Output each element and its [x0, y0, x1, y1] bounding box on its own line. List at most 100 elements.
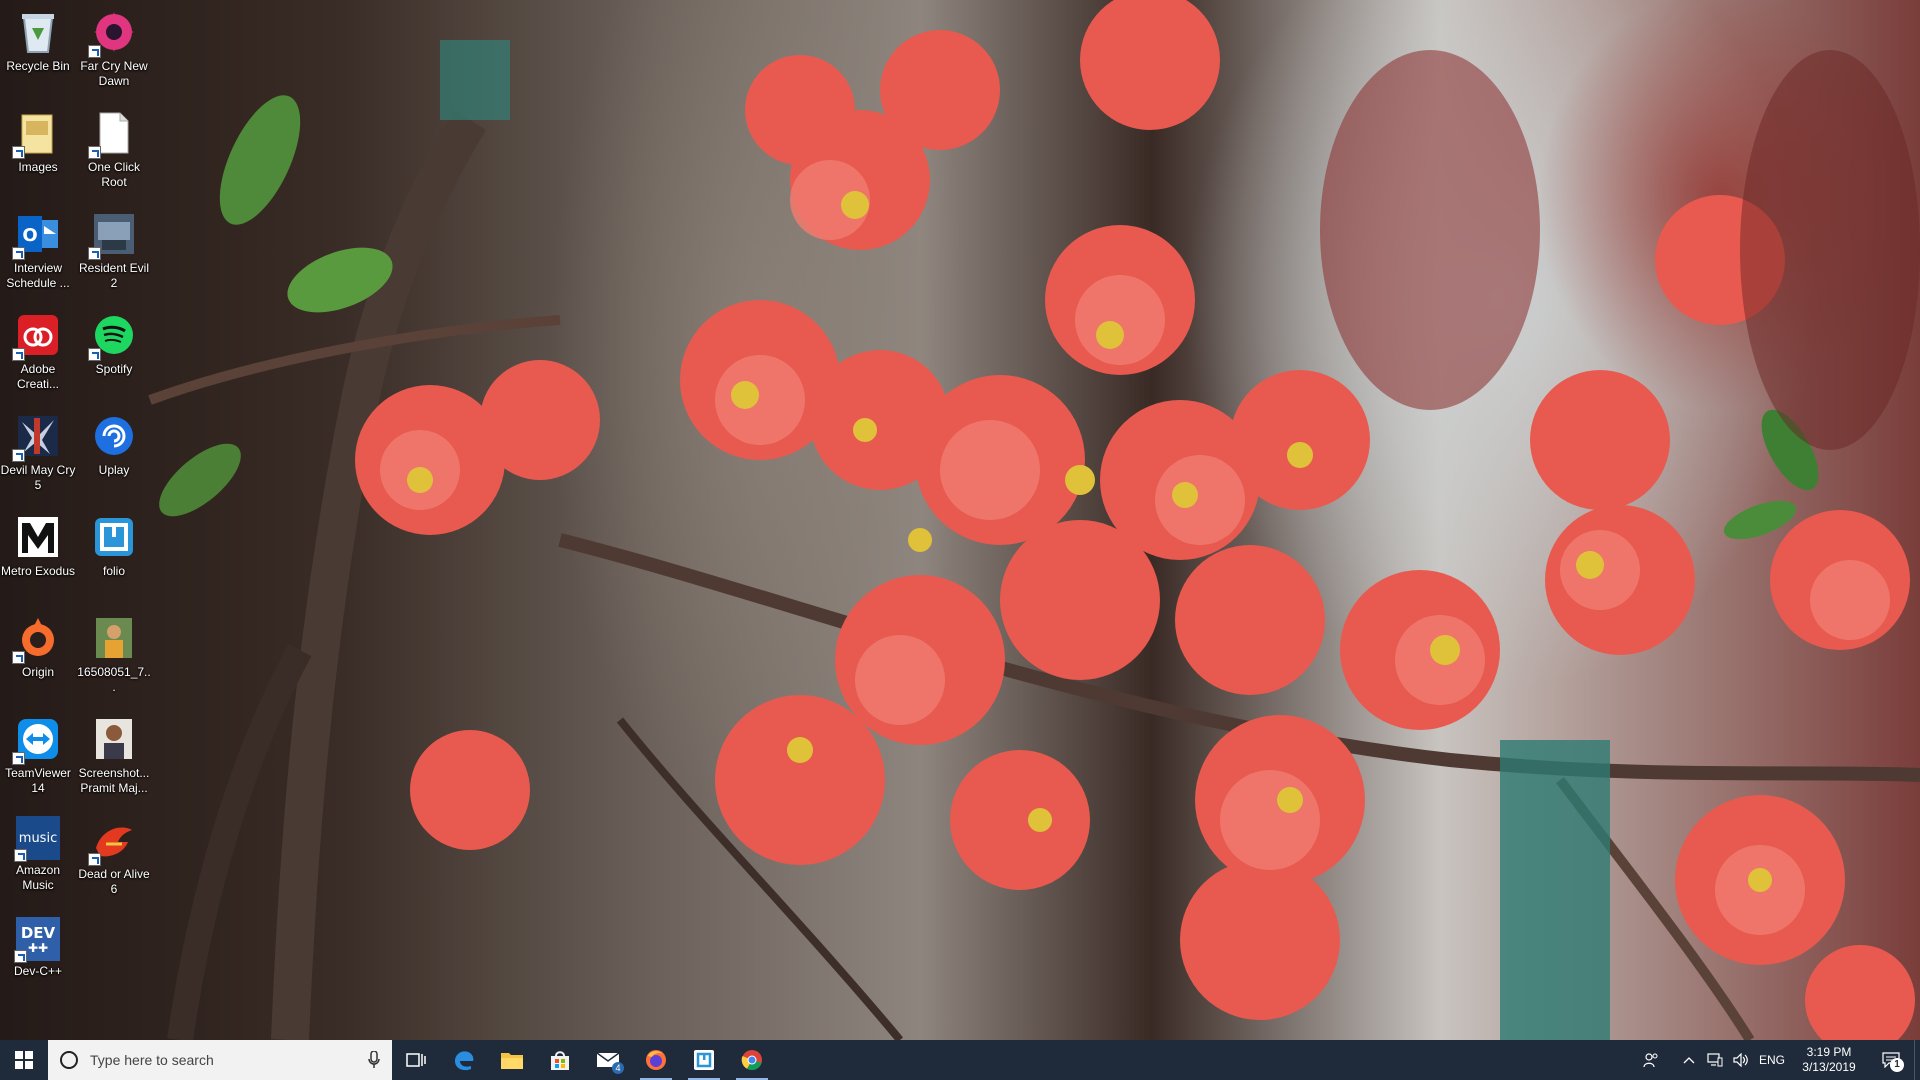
dev-cpp-icon-text: DEV [20, 924, 56, 942]
shortcut-arrow-icon [88, 853, 101, 866]
desktop-icon-origin[interactable]: Origin [0, 608, 76, 704]
desktop-icon-label: Images [18, 160, 58, 174]
shortcut-arrow-icon [12, 247, 25, 260]
folder-icon [12, 109, 62, 159]
taskbar-search-box[interactable]: Type here to search [48, 1040, 392, 1080]
far-cry-icon [88, 8, 138, 58]
desktop-icon-label: folio [102, 564, 125, 578]
desktop-icon-label: Dead or Alive 6 [78, 867, 150, 896]
uplay-icon [90, 412, 138, 460]
shortcut-arrow-icon [88, 45, 101, 58]
tray-volume-button[interactable] [1728, 1040, 1754, 1080]
amazon-music-icon-text: music [18, 830, 58, 846]
shortcut-arrow-icon [12, 348, 25, 361]
desktop-icon-label: Screenshot... Pramit Maj... [78, 766, 150, 795]
shortcut-arrow-icon [88, 348, 101, 361]
desktop-icon-folio[interactable]: folio [76, 507, 152, 603]
desktop-icon-dev-cpp[interactable]: DEV ✚✚ Dev-C++ [0, 911, 76, 1007]
desktop-wallpaper [0, 0, 1920, 1040]
svg-text:O: O [22, 225, 37, 246]
desktop-icon-interview-schedule[interactable]: O Interview Schedule ... [0, 204, 76, 300]
desktop-icon-metro-exodus[interactable]: Metro Exodus [0, 507, 76, 603]
shortcut-arrow-icon [12, 146, 25, 159]
action-center-button[interactable]: 1 [1868, 1040, 1914, 1080]
task-view-icon [406, 1053, 426, 1067]
photo-thumbnail-icon [90, 614, 138, 662]
speaker-icon [1733, 1053, 1748, 1067]
input-language-indicator[interactable]: ENG [1754, 1053, 1790, 1067]
show-desktop-button[interactable] [1914, 1040, 1920, 1080]
system-tray: ENG 3:19 PM 3/13/2019 1 [1638, 1040, 1920, 1080]
desktop-icon-label: Adobe Creati... [16, 362, 59, 391]
taskbar-store[interactable] [536, 1040, 584, 1080]
desktop-icon-teamviewer[interactable]: TeamViewer 14 [0, 709, 76, 805]
dead-or-alive-icon [88, 816, 138, 866]
chrome-icon [741, 1050, 762, 1071]
folio-icon [694, 1050, 714, 1070]
network-icon [1707, 1053, 1723, 1067]
taskbar-task-view[interactable] [392, 1040, 440, 1080]
desktop-icon-resident-evil-2[interactable]: Resident Evil 2 [76, 204, 152, 300]
desktop-icon-dead-or-alive-6[interactable]: Dead or Alive 6 [76, 810, 152, 906]
desktop-icon-screenshot-pramit[interactable]: Screenshot... Pramit Maj... [76, 709, 152, 805]
taskbar-folio[interactable] [680, 1040, 728, 1080]
origin-icon [12, 614, 62, 664]
shortcut-arrow-icon [88, 146, 101, 159]
outlook-icon: O [12, 210, 62, 260]
windows-logo-icon [15, 1051, 33, 1069]
folio-icon [90, 513, 138, 561]
desktop-icon-photo-16508051[interactable]: 16508051_7... [76, 608, 152, 704]
desktop-icon-one-click-root[interactable]: One Click Root [76, 103, 152, 199]
desktop-icon-label: Resident Evil 2 [78, 261, 150, 290]
desktop-icon-label: 16508051_7... [77, 665, 151, 694]
dev-cpp-icon: DEV ✚✚ [14, 917, 60, 963]
taskbar-edge[interactable] [440, 1040, 488, 1080]
firefox-icon [646, 1050, 666, 1070]
tray-network-button[interactable] [1702, 1040, 1728, 1080]
tray-people-button[interactable] [1638, 1040, 1664, 1080]
microphone-icon[interactable] [368, 1051, 380, 1069]
desktop-icon-label: Devil May Cry 5 [0, 463, 76, 492]
taskbar-file-explorer[interactable] [488, 1040, 536, 1080]
desktop-icon-images[interactable]: Images [0, 103, 76, 199]
search-placeholder: Type here to search [90, 1052, 214, 1068]
photo-thumbnail-icon [90, 715, 138, 763]
shortcut-arrow-icon [14, 849, 27, 862]
resident-evil-icon [88, 210, 138, 260]
clock-date: 3/13/2019 [1802, 1060, 1856, 1074]
blossom-painting [148, 0, 1920, 1040]
desktop-icon-label: One Click Root [87, 160, 140, 189]
amazon-music-icon: music [14, 816, 60, 862]
clock-time: 3:19 PM [1806, 1045, 1852, 1059]
taskbar-chrome[interactable] [728, 1040, 776, 1080]
shortcut-arrow-icon [14, 950, 27, 963]
show-hidden-icons-button[interactable] [1676, 1040, 1702, 1080]
taskbar: Type here to search 4 ENG 3:19 PM 3/13/2… [0, 1040, 1920, 1080]
desktop-icon-far-cry-new-dawn[interactable]: Far Cry New Dawn [76, 2, 152, 98]
recycle-bin-icon [14, 8, 62, 56]
start-button[interactable] [0, 1040, 48, 1080]
folder-icon [501, 1053, 523, 1069]
desktop-icon-devil-may-cry[interactable]: Devil May Cry 5 [0, 406, 76, 502]
shortcut-arrow-icon [12, 752, 25, 765]
desktop-icon-label: Far Cry New Dawn [80, 59, 148, 88]
teamviewer-icon [12, 715, 62, 765]
adobe-cc-icon [12, 311, 62, 361]
desktop-icon-label: Uplay [98, 463, 130, 477]
mail-unread-badge: 4 [612, 1062, 624, 1074]
desktop-icon-spotify[interactable]: Spotify [76, 305, 152, 401]
dev-cpp-plus-glyph: ✚✚ [27, 941, 49, 955]
desktop-icon-uplay[interactable]: Uplay [76, 406, 152, 502]
desktop-icon-label: Origin [21, 665, 54, 679]
shortcut-arrow-icon [88, 247, 101, 260]
shortcut-arrow-icon [12, 651, 25, 664]
desktop-icon-adobe-creative-cloud[interactable]: Adobe Creati... [0, 305, 76, 401]
desktop-icon-label: Dev-C++ [13, 964, 63, 978]
taskbar-firefox[interactable] [632, 1040, 680, 1080]
taskbar-clock[interactable]: 3:19 PM 3/13/2019 [1790, 1045, 1868, 1075]
desktop-icon-recycle-bin[interactable]: Recycle Bin [0, 2, 76, 98]
people-icon [1643, 1053, 1658, 1068]
chevron-up-icon [1683, 1057, 1695, 1064]
taskbar-mail[interactable]: 4 [584, 1040, 632, 1080]
desktop-icon-amazon-music[interactable]: music Amazon Music [0, 810, 76, 906]
